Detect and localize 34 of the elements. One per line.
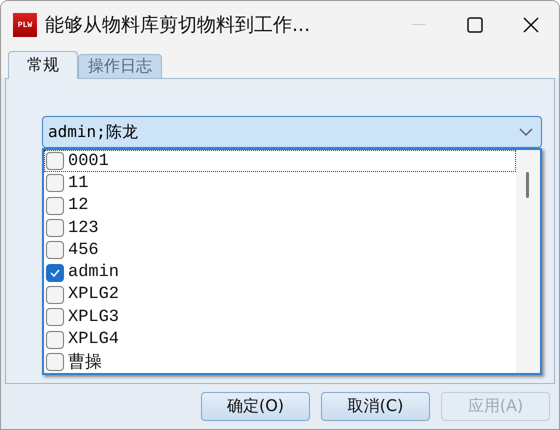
checkbox[interactable]	[46, 174, 64, 192]
option-label[interactable]: 456	[68, 240, 99, 260]
option-label[interactable]: 12	[68, 196, 88, 216]
checkbox[interactable]	[46, 264, 64, 282]
user-combo-box[interactable]: admin;陈龙	[42, 116, 542, 148]
chevron-icon	[519, 128, 533, 136]
scrollbar[interactable]	[516, 150, 540, 373]
checkmark-icon	[49, 268, 61, 278]
scroll-thumb[interactable]	[526, 172, 529, 198]
option-label[interactable]: 11	[68, 174, 88, 193]
option-label[interactable]: XPLG3	[68, 308, 120, 327]
checkbox[interactable]	[46, 352, 64, 371]
option-label[interactable]: XPLG4	[68, 330, 120, 350]
maximize-icon	[467, 17, 483, 33]
option-label[interactable]: 0001	[68, 152, 109, 171]
tab[interactable]: 常规	[8, 51, 78, 79]
option-label[interactable]: 曹操	[68, 350, 102, 374]
dialog-button[interactable]: 取消(C)	[321, 392, 430, 421]
checkbox[interactable]	[46, 219, 64, 238]
tab[interactable]: 操作日志	[78, 54, 162, 78]
checkbox[interactable]	[46, 241, 64, 260]
option-label[interactable]: admin	[68, 263, 120, 282]
dialog-button[interactable]: 确定(O)	[201, 392, 310, 421]
checkbox[interactable]	[46, 286, 64, 304]
checkbox[interactable]	[46, 196, 64, 215]
app-icon: PLW	[13, 13, 37, 37]
option-label[interactable]: XPLG2	[68, 285, 120, 304]
checkbox[interactable]	[46, 152, 64, 170]
checkbox[interactable]	[46, 308, 64, 326]
window-title: 能够从物料库剪切物料到工作...	[45, 13, 312, 38]
minimize-icon	[412, 24, 426, 26]
option-label[interactable]: 123	[68, 218, 99, 238]
checkbox[interactable]	[46, 330, 64, 349]
close-icon	[523, 17, 539, 33]
